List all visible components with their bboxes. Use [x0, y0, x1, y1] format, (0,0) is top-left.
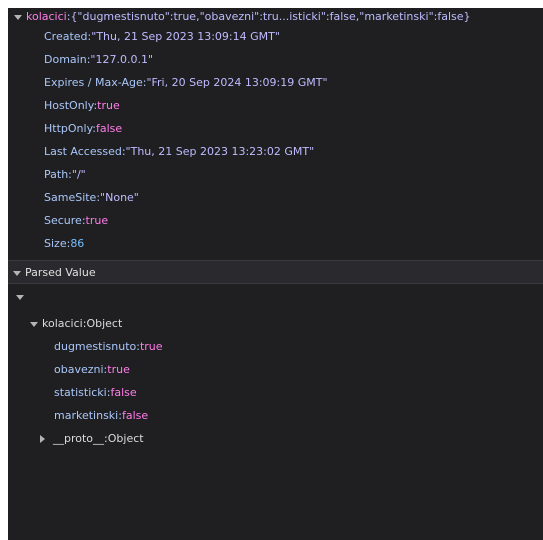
expand-arrow-icon[interactable] — [30, 321, 38, 327]
property-value: "Thu, 21 Sep 2023 13:09:14 GMT" — [91, 30, 280, 43]
property-value: true — [97, 99, 120, 112]
field-key: marketinski — [54, 409, 119, 422]
field-value: false — [110, 386, 137, 399]
parsed-field-row[interactable]: dugmestisnuto:true — [54, 336, 163, 358]
cookie-name: kolacici — [26, 10, 67, 23]
expand-arrow-icon[interactable] — [40, 435, 45, 443]
property-key: Last Accessed — [44, 145, 122, 158]
proto-type: Object — [107, 432, 144, 445]
expand-arrow-icon[interactable] — [14, 14, 22, 20]
property-row-size[interactable]: Size:86 — [44, 233, 84, 255]
property-value: true — [85, 214, 109, 227]
property-key: Secure — [44, 214, 82, 227]
proto-key: __proto__ — [53, 432, 105, 445]
property-value: "Fri, 20 Sep 2024 13:09:19 GMT" — [146, 76, 328, 89]
property-row-secure[interactable]: Secure:true — [44, 210, 108, 232]
property-row-last-accessed[interactable]: Last Accessed:"Thu, 21 Sep 2023 13:23:02… — [44, 141, 314, 163]
property-key: HostOnly — [44, 99, 94, 112]
cookie-value: {"dugmestisnuto":true,"obavezni":tru...i… — [70, 10, 471, 23]
expand-arrow-icon[interactable] — [16, 294, 24, 300]
parsed-field-row[interactable]: statisticki:false — [54, 382, 137, 404]
object-key: kolacici — [42, 317, 83, 330]
property-value: "None" — [100, 191, 139, 204]
parsed-value-header[interactable]: Parsed Value — [8, 260, 543, 284]
field-key: statisticki — [54, 386, 107, 399]
property-value: 86 — [70, 237, 85, 250]
property-key: Path — [44, 168, 69, 181]
property-key: HttpOnly — [44, 122, 93, 135]
property-value: "/" — [71, 168, 86, 181]
proto-row[interactable]: __proto__:Object — [40, 428, 144, 450]
property-row-created[interactable]: Created:"Thu, 21 Sep 2023 13:09:14 GMT" — [44, 26, 280, 48]
property-row-samesite[interactable]: SameSite:"None" — [44, 187, 139, 209]
property-value: "127.0.0.1" — [90, 53, 154, 66]
property-row-httponly[interactable]: HttpOnly:false — [44, 118, 122, 140]
parsed-root-row[interactable] — [16, 287, 28, 307]
property-row-expires[interactable]: Expires / Max-Age:"Fri, 20 Sep 2024 13:0… — [44, 72, 328, 94]
property-key: Expires / Max-Age — [44, 76, 143, 89]
property-key: Size — [44, 237, 67, 250]
property-value: "Thu, 21 Sep 2023 13:23:02 GMT" — [125, 145, 315, 158]
field-value: false — [121, 409, 149, 422]
field-value: true — [107, 363, 130, 376]
parsed-object-row[interactable]: kolacici:Object — [30, 313, 122, 335]
property-value: false — [96, 122, 123, 135]
cookie-details-panel: kolacici:{"dugmestisnuto":true,"obavezni… — [8, 8, 543, 540]
property-row-path[interactable]: Path:"/" — [44, 164, 86, 186]
property-row-hostonly[interactable]: HostOnly:true — [44, 95, 120, 117]
property-key: SameSite — [44, 191, 97, 204]
parsed-field-row[interactable]: obavezni:true — [54, 359, 130, 381]
section-title: Parsed Value — [25, 266, 96, 279]
parsed-field-row[interactable]: marketinski:false — [54, 405, 148, 427]
property-row-domain[interactable]: Domain:"127.0.0.1" — [44, 49, 153, 71]
property-key: Domain — [44, 53, 87, 66]
cookie-tree-row[interactable]: kolacici:{"dugmestisnuto":true,"obavezni… — [14, 8, 471, 26]
field-key: dugmestisnuto — [54, 340, 137, 353]
object-type: Object — [86, 317, 123, 330]
collapse-arrow-icon[interactable] — [13, 270, 21, 276]
property-key: Created — [44, 30, 88, 43]
field-value: true — [139, 340, 163, 353]
field-key: obavezni — [54, 363, 104, 376]
